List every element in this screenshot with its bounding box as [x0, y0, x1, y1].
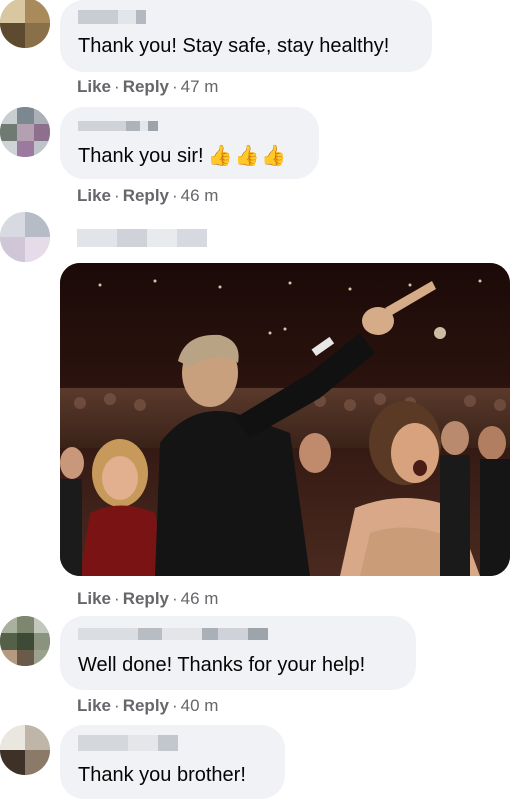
- commenter-name-blurred[interactable]: [77, 229, 207, 247]
- reply-link[interactable]: Reply: [123, 696, 169, 715]
- reply-link[interactable]: Reply: [123, 77, 169, 96]
- commenter-name-blurred[interactable]: [78, 10, 146, 24]
- comment-text: Thank you! Stay safe, stay healthy!: [78, 35, 390, 57]
- comment-text: Thank you brother!: [78, 764, 246, 786]
- comment-bubble: Thank you! Stay safe, stay healthy!: [60, 0, 432, 72]
- avatar[interactable]: [0, 725, 50, 775]
- comment-actions: Like · Reply · 40 m: [77, 696, 219, 715]
- commenter-name-blurred[interactable]: [78, 121, 158, 131]
- reaction-gif[interactable]: [60, 263, 510, 576]
- gif-image: [60, 263, 510, 576]
- like-link[interactable]: Like: [77, 589, 111, 608]
- like-link[interactable]: Like: [77, 696, 111, 715]
- avatar[interactable]: [0, 212, 50, 262]
- timestamp[interactable]: 40 m: [181, 696, 219, 715]
- timestamp[interactable]: 46 m: [181, 186, 219, 205]
- comment-text: Well done! Thanks for your help!: [78, 654, 366, 676]
- comment-actions: Like · Reply · 46 m: [77, 589, 219, 608]
- comment-bubble: Thank you brother!: [60, 725, 285, 799]
- comment-actions: Like · Reply · 46 m: [77, 186, 219, 205]
- thumbs-up-emoji: 👍👍👍: [207, 145, 289, 167]
- commenter-name-blurred[interactable]: [78, 628, 268, 640]
- reply-link[interactable]: Reply: [123, 186, 169, 205]
- comment-bubble: Thank you sir! 👍👍👍: [60, 107, 319, 179]
- commenter-name-blurred[interactable]: [78, 735, 178, 751]
- like-link[interactable]: Like: [77, 77, 111, 96]
- comment-actions: Like · Reply · 47 m: [77, 77, 219, 96]
- like-link[interactable]: Like: [77, 186, 111, 205]
- avatar[interactable]: [0, 616, 50, 666]
- comment-bubble: Well done! Thanks for your help!: [60, 616, 416, 690]
- comment-text: Thank you sir! 👍👍👍: [78, 145, 289, 167]
- avatar[interactable]: [0, 107, 50, 157]
- timestamp[interactable]: 46 m: [181, 589, 219, 608]
- reply-link[interactable]: Reply: [123, 589, 169, 608]
- timestamp[interactable]: 47 m: [181, 77, 219, 96]
- avatar[interactable]: [0, 0, 50, 48]
